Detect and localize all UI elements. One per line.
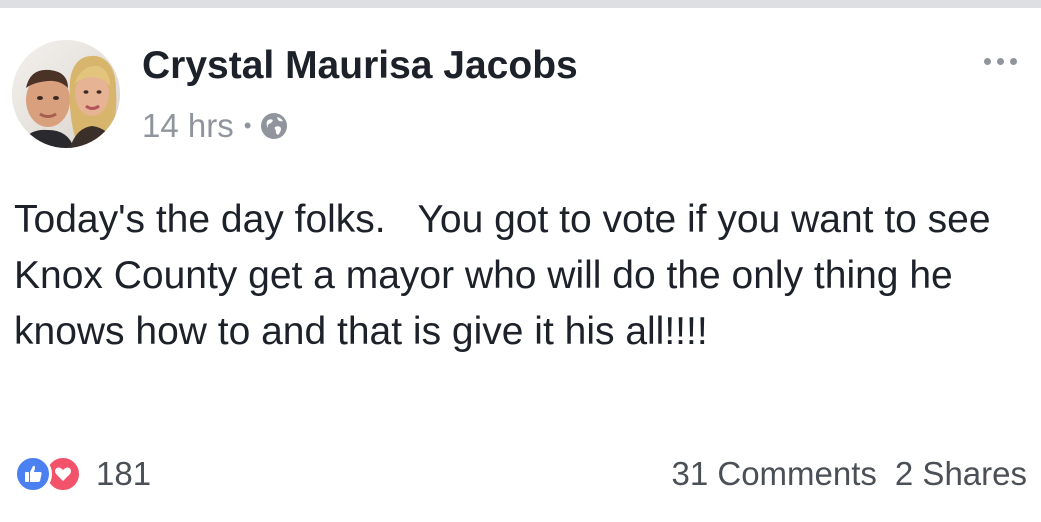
more-dot <box>997 58 1004 65</box>
author-name[interactable]: Crystal Maurisa Jacobs <box>142 44 578 88</box>
engagement-counts: 31 Comments 2 Shares <box>671 454 1027 494</box>
avatar[interactable] <box>12 40 120 148</box>
timestamp[interactable]: 14 hrs <box>142 107 234 145</box>
like-icon <box>14 455 52 493</box>
more-dot <box>984 58 991 65</box>
post-card: Crystal Maurisa Jacobs 14 hrs • Today's … <box>0 8 1041 522</box>
reactions-summary[interactable]: 181 <box>14 454 151 494</box>
more-options-icon[interactable] <box>984 58 1017 65</box>
top-divider <box>0 0 1041 8</box>
reaction-count: 181 <box>96 455 152 492</box>
post-text: Today's the day folks. You got to vote i… <box>14 198 1002 353</box>
more-dot <box>1010 58 1017 65</box>
comments-count[interactable]: 31 Comments <box>671 455 876 493</box>
meta-separator: • <box>243 113 252 138</box>
shares-count[interactable]: 2 Shares <box>895 455 1027 493</box>
avatar-photo <box>12 40 120 148</box>
post-meta: 14 hrs • <box>142 106 289 146</box>
globe-icon[interactable] <box>259 111 289 141</box>
